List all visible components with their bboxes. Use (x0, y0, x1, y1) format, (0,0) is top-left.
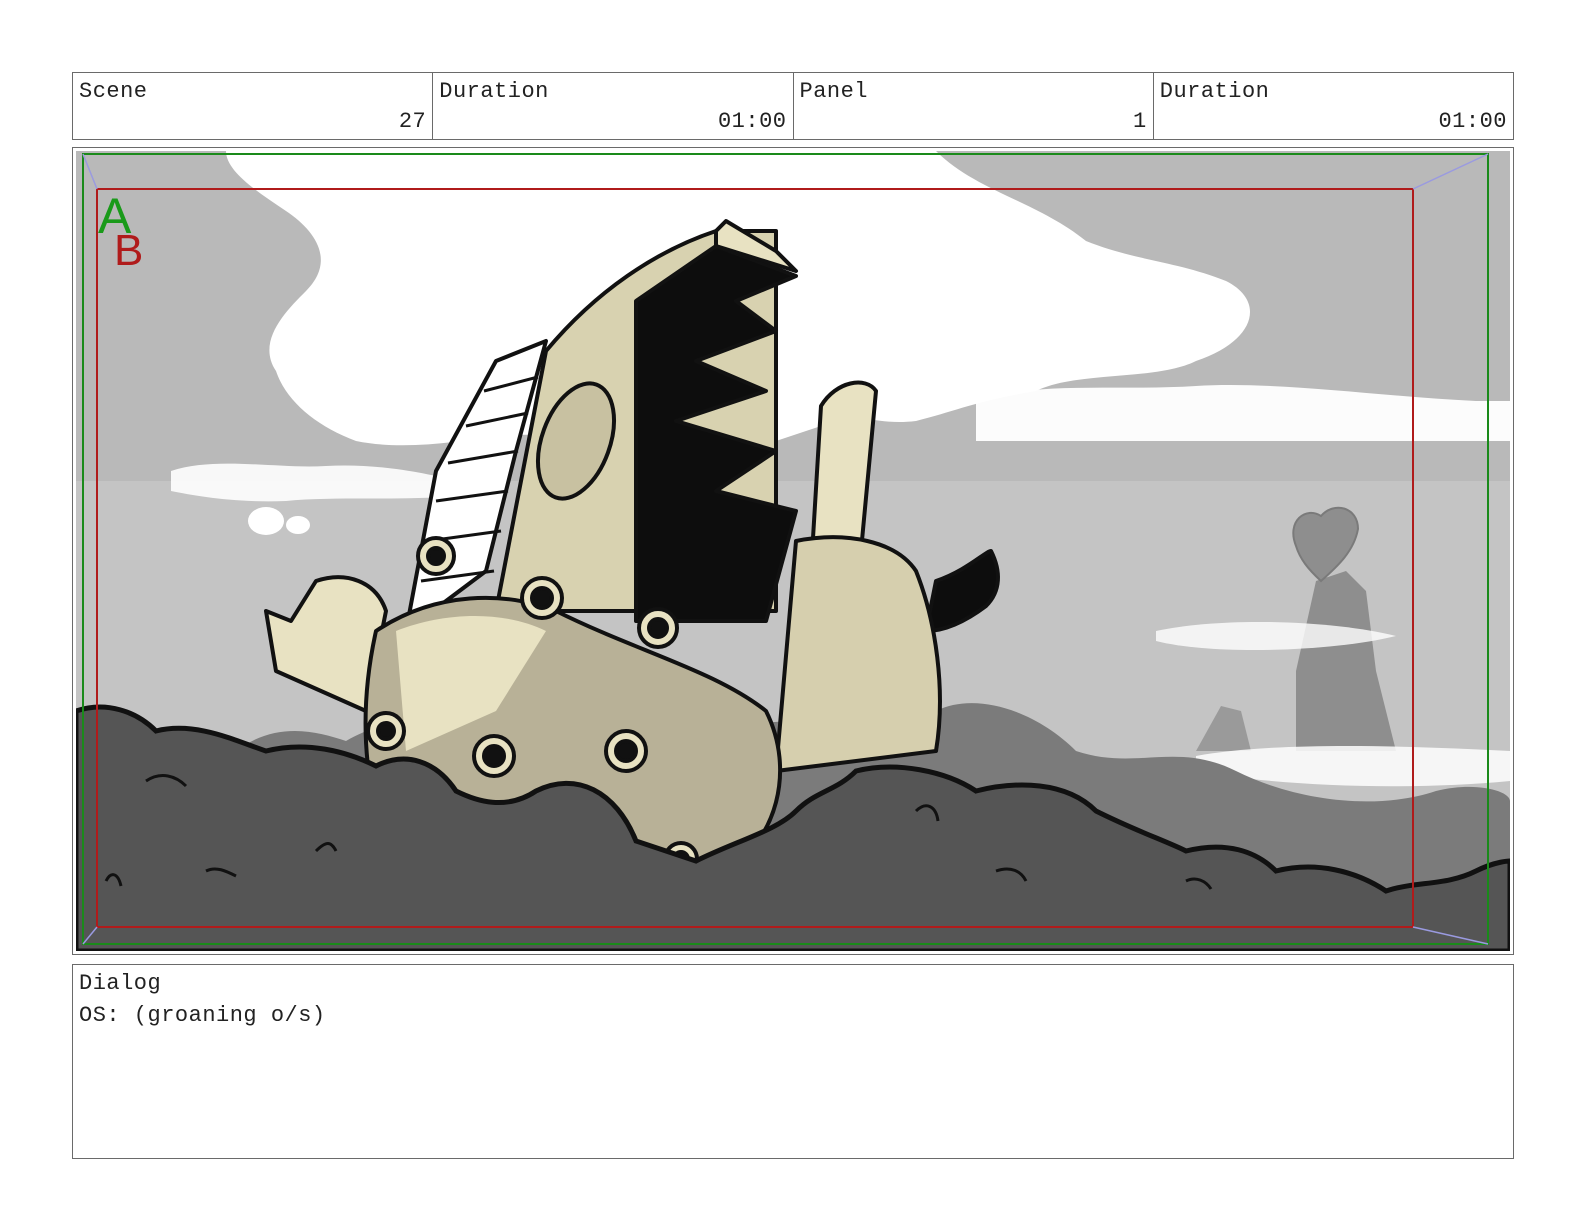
frame-b-label: B (114, 226, 143, 275)
panel-duration-cell: Duration 01:00 (1154, 73, 1513, 139)
dialog-text: OS: (groaning o/s) (79, 1003, 326, 1028)
cloud-blob-1 (248, 507, 284, 535)
dialog-label: Dialog (79, 971, 162, 996)
panel-cell: Panel 1 (794, 73, 1154, 139)
scene-number: 27 (398, 109, 427, 134)
panel-label: Panel (799, 79, 869, 104)
cloud-blob-2 (286, 516, 310, 534)
panel-duration-label: Duration (1159, 79, 1270, 104)
robot-side-body (774, 535, 942, 773)
panel-duration-value: 01:00 (1438, 109, 1507, 134)
panel-drawing: A B (76, 151, 1510, 951)
panel-number: 1 (1133, 109, 1147, 134)
scene-duration-label: Duration (439, 79, 549, 104)
scene-label: Scene (79, 79, 148, 104)
dialog-box: Dialog OS: (groaning o/s) (72, 964, 1514, 1159)
storyboard-header: Scene 27 Duration 01:00 Panel 1 Duration… (72, 72, 1514, 140)
scene-duration-cell: Duration 01:00 (433, 73, 794, 139)
storyboard-panel: A B (72, 147, 1514, 955)
scene-duration-value: 01:00 (717, 109, 787, 134)
scene-cell: Scene 27 (73, 73, 434, 139)
